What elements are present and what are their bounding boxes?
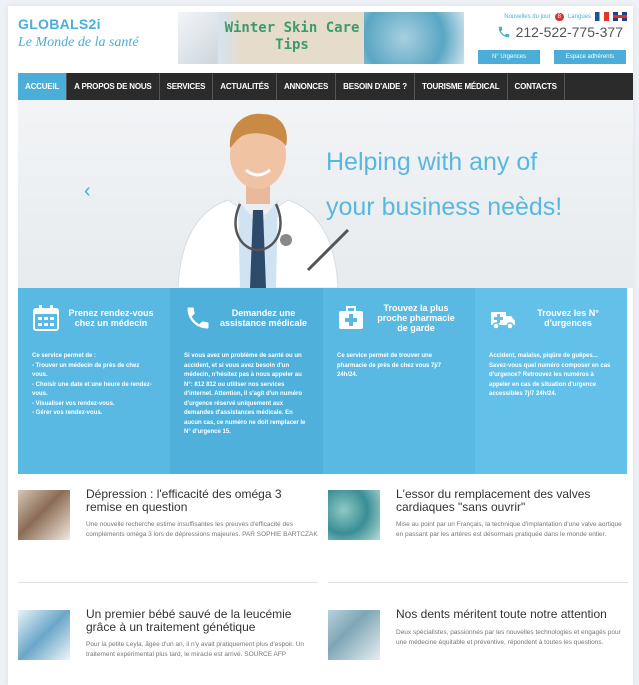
- hero-slider: ‹ Helping with any of your business neèd: [18, 100, 633, 288]
- service-line: Accident, malaise, piqûre de guêpes... S…: [489, 353, 611, 397]
- news-link[interactable]: Nouvelles du jour: [504, 14, 550, 20]
- french-flag-icon[interactable]: [595, 12, 609, 21]
- service-description: Accident, malaise, piqûre de guêpes... S…: [489, 352, 613, 400]
- nav-item-accueil[interactable]: ACCUEIL: [18, 73, 68, 100]
- nav-item-services[interactable]: SERVICES: [160, 73, 214, 100]
- news-article[interactable]: L'essor du remplacement des valves cardi…: [328, 488, 628, 568]
- service-line: - Visualiser vos rendez-vous.: [32, 400, 115, 407]
- hero-title-line2: your business neèds!: [326, 193, 563, 221]
- service-line: - Gérer vos rendez-vous.: [32, 410, 103, 416]
- top-links: Nouvelles du jour 8 Langues: [504, 12, 627, 21]
- divider: [18, 582, 318, 583]
- news-section: Dépression : l'efficacité des oméga 3 re…: [18, 482, 633, 682]
- main-nav: ACCUEIL A PROPOS DE NOUS SERVICES ACTUAL…: [18, 73, 633, 100]
- service-description: Ce service permet de trouver une pharmac…: [337, 352, 461, 381]
- service-line: - Trouver un médecin de près de chez vou…: [32, 362, 140, 379]
- site-logo[interactable]: GLOBALS2i Le Monde de la santé: [18, 16, 139, 51]
- service-emergency-numbers[interactable]: Trouvez les N° d'urgences Accident, mala…: [475, 288, 627, 474]
- article-title[interactable]: Un premier bébé sauvé de la leucémie grâ…: [86, 608, 318, 634]
- logo-title: GLOBALS2i: [18, 16, 101, 32]
- members-area-button[interactable]: Espace adhérents: [554, 50, 626, 64]
- service-description: Si vous avez un problème de santé ou un …: [184, 352, 309, 438]
- article-title[interactable]: L'essor du remplacement des valves cardi…: [396, 488, 628, 514]
- article-summary: Une nouvelle recherche estime insuffisan…: [86, 521, 318, 538]
- slider-prev-arrow[interactable]: ‹: [84, 180, 91, 203]
- service-medical-assistance[interactable]: Demandez une assistance médicale Si vous…: [170, 288, 323, 474]
- header-phone: 212-522-775-377: [497, 24, 623, 40]
- service-title: Trouvez la plus proche pharmacie de gard…: [377, 303, 455, 333]
- service-title: Trouvez les N° d'urgences: [537, 308, 599, 328]
- news-article[interactable]: Un premier bébé sauvé de la leucémie grâ…: [18, 608, 318, 682]
- ambulance-icon: [491, 312, 515, 330]
- nav-item-about[interactable]: A PROPOS DE NOUS: [67, 73, 160, 100]
- calendar-icon: [33, 305, 59, 331]
- urgences-button[interactable]: N° Urgences: [478, 50, 540, 64]
- service-title: Prenez rendez-vous chez un médecin: [68, 308, 154, 328]
- service-line: Ce service permet de :: [32, 353, 97, 359]
- news-article[interactable]: Nos dents méritent toute notre attention…: [328, 608, 628, 682]
- article-summary: Deux spécialistes, passionnés par les no…: [396, 629, 621, 646]
- article-thumbnail[interactable]: [18, 610, 70, 660]
- nav-item-news[interactable]: ACTUALITÉS: [213, 73, 277, 100]
- article-summary: Pour la petite Leyla, âgée d'un an, il n…: [86, 641, 304, 658]
- hero-title-line1: Helping with any of: [326, 148, 538, 176]
- phone-icon: [498, 26, 509, 38]
- service-line: - Choisir une date et une heure de rende…: [32, 381, 152, 398]
- hero-title: Helping with any of your business neèds!: [326, 140, 626, 230]
- news-article[interactable]: Dépression : l'efficacité des oméga 3 re…: [18, 488, 318, 568]
- news-count-badge: 8: [554, 12, 564, 21]
- service-pharmacy[interactable]: Trouvez la plus proche pharmacie de gard…: [323, 288, 475, 474]
- article-title[interactable]: Dépression : l'efficacité des oméga 3 re…: [86, 488, 318, 514]
- page: GLOBALS2i Le Monde de la santé Winter Sk…: [8, 6, 633, 685]
- banner-image-right: [364, 12, 464, 64]
- service-appointment[interactable]: Prenez rendez-vous chez un médecin Ce se…: [18, 288, 170, 474]
- phone-icon: [187, 307, 209, 329]
- service-title: Demandez une assistance médicale: [219, 308, 308, 328]
- banner-text: Winter Skin Care Tips: [224, 20, 360, 53]
- service-line: Si vous avez un problème de santé ou un …: [184, 353, 306, 435]
- winter-skin-banner[interactable]: Winter Skin Care Tips: [178, 12, 464, 64]
- language-label: Langues: [567, 13, 591, 20]
- divider: [328, 582, 628, 583]
- english-flag-icon[interactable]: [613, 12, 627, 21]
- nav-item-medical-tourism[interactable]: TOURISME MÉDICAL: [415, 73, 508, 100]
- article-thumbnail[interactable]: [328, 490, 380, 540]
- article-thumbnail[interactable]: [328, 610, 380, 660]
- nav-item-contacts[interactable]: CONTACTS: [508, 73, 565, 100]
- banner-image-left: [178, 12, 218, 64]
- article-summary: Mise au point par un Français, la techni…: [396, 521, 622, 538]
- phone-number: 212-522-775-377: [515, 24, 623, 40]
- logo-tagline: Le Monde de la santé: [18, 35, 139, 50]
- article-title[interactable]: Nos dents méritent toute notre attention: [396, 608, 628, 621]
- first-aid-kit-icon: [339, 306, 363, 329]
- service-line: Ce service permet de trouver une pharmac…: [337, 353, 442, 378]
- service-description: Ce service permet de : - Trouver un méde…: [32, 352, 156, 419]
- article-thumbnail[interactable]: [18, 490, 70, 540]
- nav-item-ads[interactable]: ANNONCES: [277, 73, 337, 100]
- nav-item-help[interactable]: BESOIN D'AIDE ?: [336, 73, 415, 100]
